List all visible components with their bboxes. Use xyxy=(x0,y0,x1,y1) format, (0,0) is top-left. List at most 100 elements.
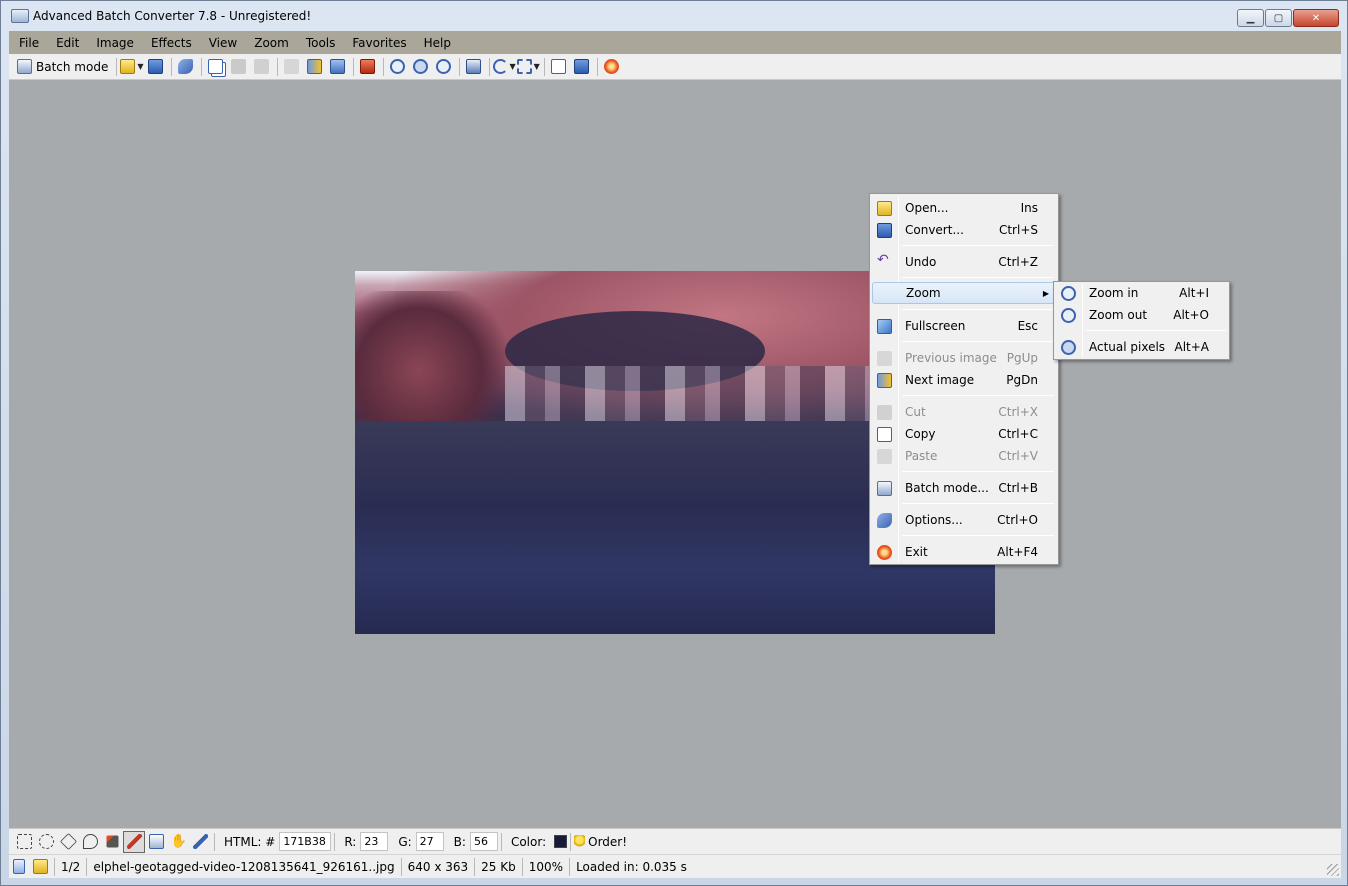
menu-item-shortcut: PgDn xyxy=(1006,373,1038,387)
info-button[interactable] xyxy=(548,56,570,78)
minimize-button[interactable]: ▁ xyxy=(1237,9,1264,27)
menu-item-paste[interactable]: Paste Ctrl+V xyxy=(872,445,1056,467)
menu-item-shortcut: PgUp xyxy=(1006,351,1038,365)
rotate-button[interactable]: ▼ xyxy=(492,56,516,78)
menu-help[interactable]: Help xyxy=(414,36,458,50)
help-button[interactable] xyxy=(571,56,593,78)
chevron-down-icon[interactable]: ▼ xyxy=(510,62,516,71)
image-canvas[interactable] xyxy=(9,80,1341,828)
b-value-input[interactable] xyxy=(469,832,498,851)
zoom-in-button[interactable] xyxy=(433,56,455,78)
menu-item-undo[interactable]: ↶ Undo Ctrl+Z xyxy=(872,251,1056,273)
save-button[interactable] xyxy=(145,56,167,78)
lasso-tool[interactable] xyxy=(79,831,101,853)
power-icon xyxy=(877,545,892,560)
menu-item-label: Open... xyxy=(905,201,949,215)
zoom-out-button[interactable] xyxy=(387,56,409,78)
zoom-out-icon xyxy=(390,59,405,74)
menu-separator xyxy=(902,277,1054,278)
options-button[interactable] xyxy=(175,56,197,78)
g-value-input[interactable] xyxy=(415,832,444,851)
resize-grip[interactable] xyxy=(1327,864,1339,876)
menu-effects[interactable]: Effects xyxy=(141,36,199,50)
fullscreen-icon xyxy=(877,319,892,334)
menu-zoom[interactable]: Zoom xyxy=(244,36,296,50)
color-swatch xyxy=(554,835,568,848)
submenu-item-zoom-out[interactable]: Zoom out Alt+O xyxy=(1056,304,1227,326)
menu-item-label: Exit xyxy=(905,545,928,559)
menu-item-open[interactable]: Open... Ins xyxy=(872,197,1056,219)
menu-item-options[interactable]: Options... Ctrl+O xyxy=(872,509,1056,531)
polygon-select-tool[interactable] xyxy=(57,831,79,853)
paste-button[interactable] xyxy=(251,56,273,78)
submenu-item-actual-pixels[interactable]: Actual pixels Alt+A xyxy=(1056,336,1227,358)
menu-file[interactable]: File xyxy=(9,36,46,50)
menu-favorites[interactable]: Favorites xyxy=(342,36,413,50)
maximize-button[interactable]: ▢ xyxy=(1265,9,1292,27)
menu-item-cut[interactable]: Cut Ctrl+X xyxy=(872,401,1056,423)
menu-item-label: Options... xyxy=(905,513,963,527)
menu-edit[interactable]: Edit xyxy=(46,36,86,50)
cut-button[interactable] xyxy=(228,56,250,78)
menu-tools[interactable]: Tools xyxy=(296,36,343,50)
r-value-input[interactable] xyxy=(360,832,389,851)
pencil-tool[interactable] xyxy=(189,831,211,853)
submenu-item-zoom-in[interactable]: Zoom in Alt+I xyxy=(1056,282,1227,304)
context-menu: Open... Ins Convert... Ctrl+S ↶ Undo Ctr… xyxy=(869,193,1059,565)
menu-separator xyxy=(902,535,1054,536)
menu-item-label: Batch mode... xyxy=(905,481,989,495)
rect-select-tool[interactable] xyxy=(13,831,35,853)
status-separator xyxy=(400,857,402,876)
eyedropper-tool[interactable] xyxy=(123,830,145,853)
close-icon: ✕ xyxy=(1311,12,1321,24)
magic-wand-tool[interactable] xyxy=(101,831,123,853)
menu-item-zoom[interactable]: Zoom ▶ xyxy=(872,282,1056,304)
chevron-down-icon[interactable]: ▼ xyxy=(137,62,143,71)
main-toolbar: Batch mode ▼ ▼ ▼ xyxy=(9,54,1341,80)
menu-item-fullscreen[interactable]: Fullscreen Esc xyxy=(872,315,1056,337)
toolbar-separator xyxy=(458,57,460,76)
convert-button[interactable] xyxy=(357,56,379,78)
copy-button[interactable] xyxy=(205,56,227,78)
menu-item-next-image[interactable]: Next image PgDn xyxy=(872,369,1056,391)
html-color-input[interactable] xyxy=(279,832,332,851)
minimize-icon: ▁ xyxy=(1246,12,1255,24)
menu-item-exit[interactable]: Exit Alt+F4 xyxy=(872,541,1056,563)
menu-item-label: Next image xyxy=(905,373,975,387)
title-bar[interactable]: Advanced Batch Converter 7.8 - Unregiste… xyxy=(1,1,1347,31)
batch-icon xyxy=(877,481,892,496)
toolbar-separator xyxy=(352,57,354,76)
chevron-down-icon[interactable]: ▼ xyxy=(534,62,540,71)
batch-mode-button[interactable]: Batch mode xyxy=(13,56,112,78)
menu-item-copy[interactable]: Copy Ctrl+C xyxy=(872,423,1056,445)
ellipse-select-tool[interactable] xyxy=(35,831,57,853)
submenu-arrow-icon: ▶ xyxy=(1042,288,1049,298)
open-button[interactable]: ▼ xyxy=(120,56,144,78)
exit-button[interactable] xyxy=(601,56,623,78)
paint-bucket-icon xyxy=(148,834,164,849)
order-link[interactable]: Order! xyxy=(588,835,627,849)
menu-image[interactable]: Image xyxy=(86,36,141,50)
toolbar-separator xyxy=(334,832,336,851)
menu-item-batch-mode[interactable]: Batch mode... Ctrl+B xyxy=(872,477,1056,499)
folder-open-icon xyxy=(120,59,136,74)
folder-open-icon xyxy=(877,201,892,216)
menu-view[interactable]: View xyxy=(199,36,244,50)
hand-tool[interactable]: ✋ xyxy=(167,831,189,853)
previous-image-button[interactable] xyxy=(281,56,303,78)
close-button[interactable]: ✕ xyxy=(1293,9,1339,27)
hand-icon: ✋ xyxy=(170,834,187,849)
fit-to-window-icon xyxy=(516,59,532,74)
menu-item-convert[interactable]: Convert... Ctrl+S xyxy=(872,219,1056,241)
folder-open-icon[interactable] xyxy=(33,859,48,874)
fit-button[interactable]: ▼ xyxy=(516,56,540,78)
toolbar-separator xyxy=(596,57,598,76)
print-button[interactable] xyxy=(463,56,485,78)
compare-button[interactable] xyxy=(327,56,349,78)
next-image-button[interactable] xyxy=(304,56,326,78)
file-icon[interactable] xyxy=(13,859,25,874)
bucket-tool[interactable] xyxy=(145,831,167,853)
menu-item-previous-image[interactable]: Previous image PgUp xyxy=(872,347,1056,369)
actual-pixels-button[interactable] xyxy=(410,56,432,78)
menu-item-label: Fullscreen xyxy=(905,319,966,333)
